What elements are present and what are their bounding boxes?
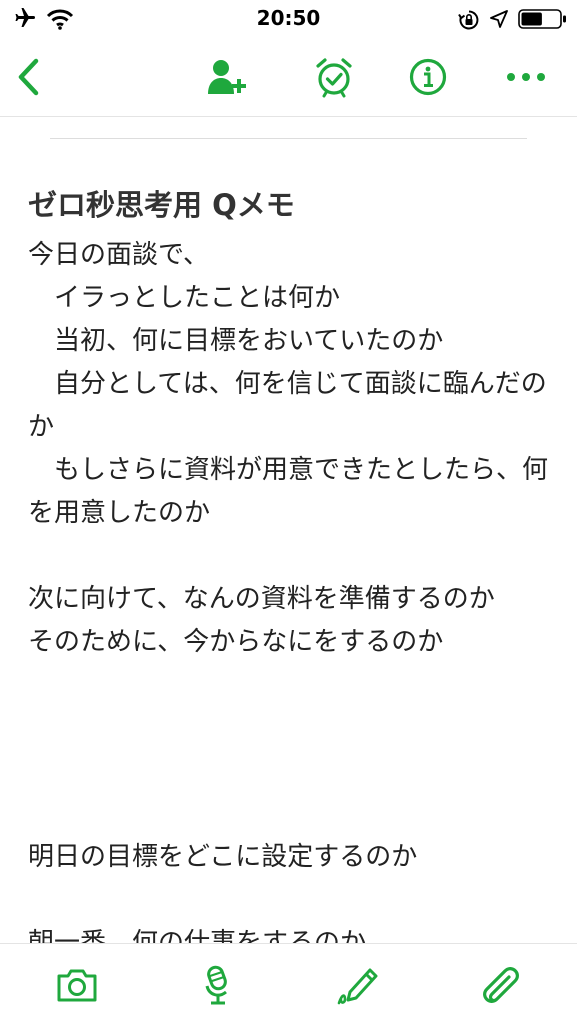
note-navigation-bar bbox=[0, 38, 577, 117]
note-line: 朝一番、何の仕事をするのか bbox=[28, 928, 367, 943]
status-bar: 20:50 bbox=[0, 0, 577, 38]
more-button[interactable] bbox=[502, 53, 550, 101]
attachment-paperclip-icon bbox=[483, 967, 519, 1003]
note-line: 今日の面談で、 bbox=[28, 240, 209, 270]
location-icon bbox=[490, 10, 508, 32]
attachment-button[interactable] bbox=[475, 960, 525, 1010]
note-blank-line bbox=[28, 750, 553, 793]
handwriting-pen-icon bbox=[337, 968, 378, 1005]
orientation-lock-icon bbox=[458, 9, 480, 35]
note-line: イラっとしたことは何か bbox=[28, 283, 341, 313]
back-button[interactable] bbox=[6, 54, 50, 100]
title-divider bbox=[50, 138, 527, 139]
info-icon bbox=[409, 58, 447, 96]
note-line: もしさらに資料が用意できたとしたら、何を用意したのか bbox=[28, 455, 549, 528]
note-title[interactable]: ゼロ秒思考用 Qメモ bbox=[28, 182, 295, 224]
note-line: そのために、今からなにをするのか bbox=[28, 627, 444, 657]
handwriting-button[interactable] bbox=[333, 960, 383, 1010]
reminder-alarm-icon bbox=[316, 58, 352, 98]
info-button[interactable] bbox=[404, 53, 452, 101]
note-blank-line bbox=[28, 664, 553, 707]
note-line: 自分としては、何を信じて面談に臨んだのか bbox=[28, 369, 547, 442]
note-blank-line bbox=[28, 535, 553, 578]
note-content[interactable]: ゼロ秒思考用 Qメモ 今日の面談で、 イラっとしたことは何か 当初、何に目標をお… bbox=[0, 118, 577, 943]
note-blank-line bbox=[28, 879, 553, 922]
battery-icon bbox=[518, 9, 568, 33]
chevron-left-icon bbox=[18, 58, 39, 96]
more-icon bbox=[507, 73, 545, 81]
reminder-button[interactable] bbox=[310, 53, 358, 101]
note-body[interactable]: 今日の面談で、 イラっとしたことは何か 当初、何に目標をおいていたのか 自分とし… bbox=[28, 234, 553, 943]
audio-record-button[interactable] bbox=[193, 960, 243, 1010]
share-user-button[interactable] bbox=[202, 53, 250, 101]
note-line: 次に向けて、なんの資料を準備するのか bbox=[28, 584, 495, 614]
camera-icon bbox=[57, 969, 97, 1002]
microphone-icon bbox=[205, 965, 227, 1005]
note-line: 明日の目標をどこに設定するのか bbox=[28, 842, 418, 872]
note-blank-line bbox=[28, 707, 553, 750]
note-line: 当初、何に目標をおいていたのか bbox=[28, 326, 444, 356]
camera-button[interactable] bbox=[52, 960, 102, 1010]
share-user-icon bbox=[208, 60, 246, 94]
note-blank-line bbox=[28, 793, 553, 836]
bottom-toolbar bbox=[0, 943, 577, 1025]
